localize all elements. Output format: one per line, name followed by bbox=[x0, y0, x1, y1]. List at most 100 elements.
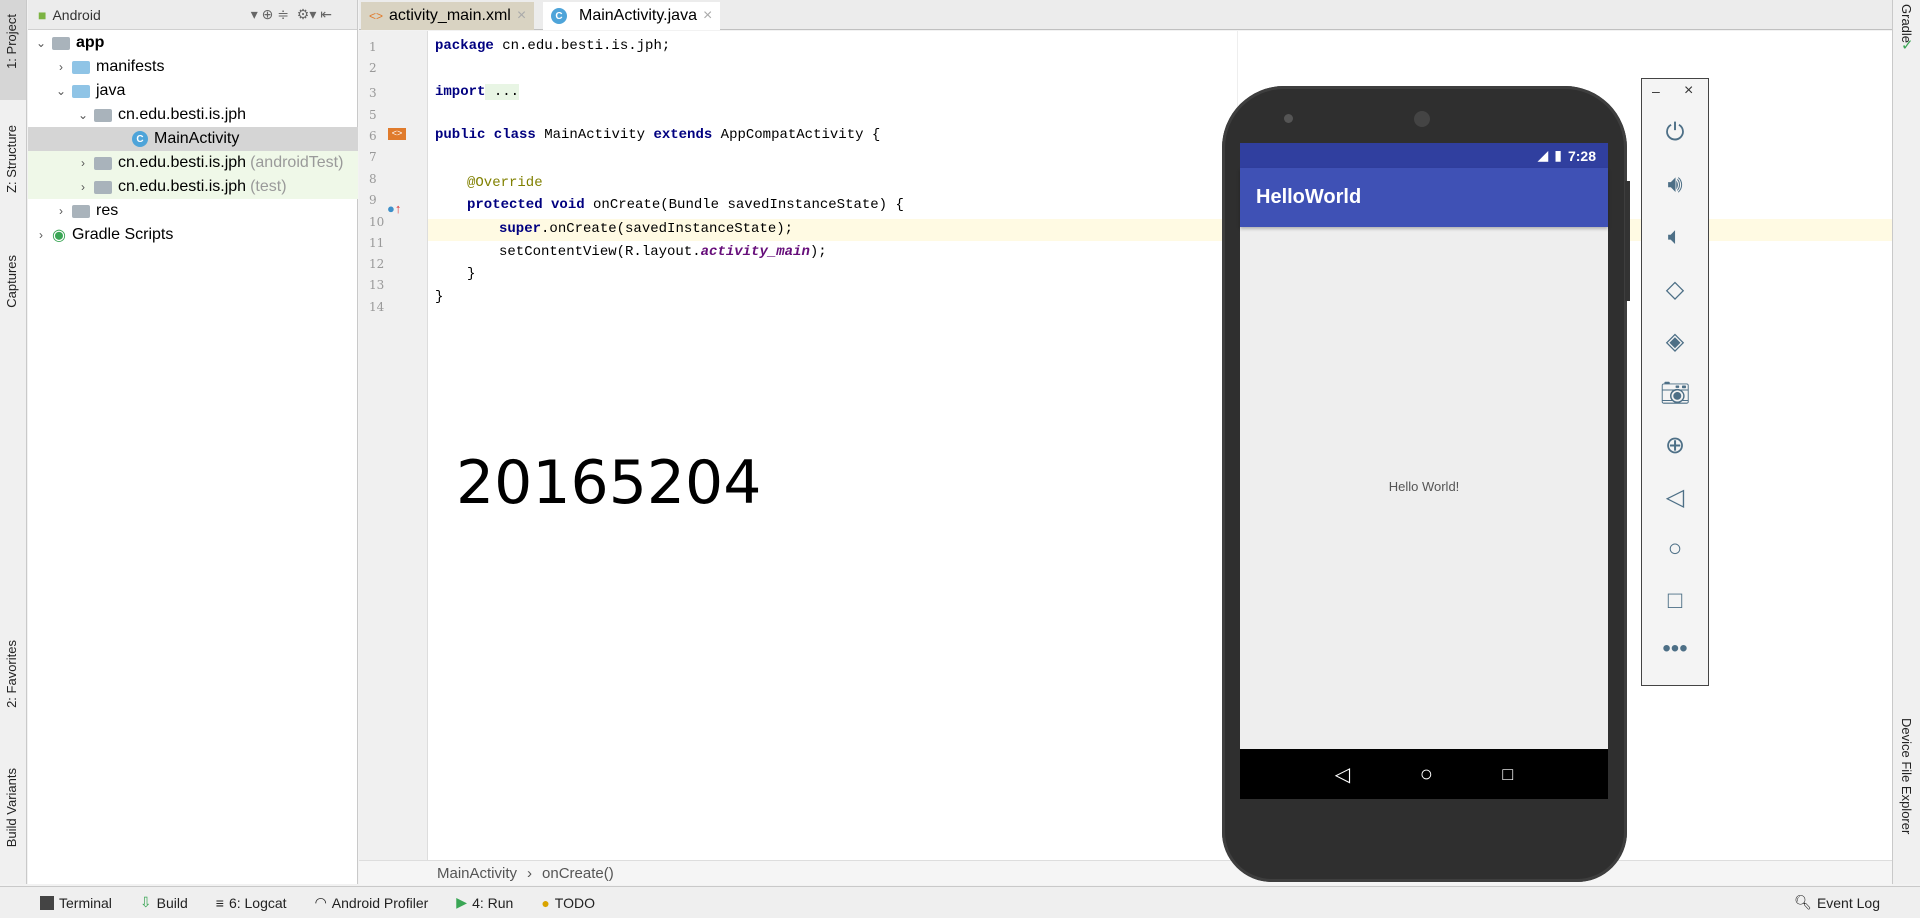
status-bar: ◢ ▮ 7:28 bbox=[1240, 143, 1608, 168]
code-line-13: } bbox=[435, 289, 444, 305]
right-tool-strip: ✓ Gradle Device File Explorer bbox=[1892, 0, 1920, 884]
battery-icon: ▮ bbox=[1554, 147, 1562, 163]
chevron-right-icon[interactable]: › bbox=[54, 204, 68, 218]
terminal-button[interactable]: Terminal bbox=[40, 895, 112, 911]
earpiece-speaker bbox=[1414, 111, 1430, 127]
code-line-8: @Override bbox=[467, 175, 543, 191]
tree-item-package-test[interactable]: › cn.edu.besti.is.jph (test) bbox=[28, 175, 358, 199]
tree-item-mainactivity[interactable]: C MainActivity bbox=[28, 127, 358, 151]
back-nav-icon[interactable]: ◁ bbox=[1335, 762, 1350, 787]
side-button[interactable] bbox=[1625, 181, 1630, 301]
overview-nav-icon[interactable]: □ bbox=[1502, 764, 1513, 785]
gradle-tool-button[interactable]: Gradle bbox=[1899, 4, 1914, 43]
close-icon[interactable]: × bbox=[517, 7, 526, 25]
project-tool-button[interactable]: 1: Project bbox=[4, 14, 19, 69]
bottom-tool-bar: Terminal ⇩ Build ≡ 6: Logcat ◠ Android Prof… bbox=[0, 886, 1920, 918]
tree-item-package[interactable]: ⌄ cn.edu.besti.is.jph bbox=[28, 103, 358, 127]
tree-item-gradle-scripts[interactable]: › ◉ Gradle Scripts bbox=[28, 223, 358, 247]
xml-file-icon: <> bbox=[369, 9, 384, 23]
tab-activity-main-xml[interactable]: <> activity_main.xml × bbox=[361, 2, 535, 30]
close-icon[interactable]: × bbox=[703, 7, 712, 25]
tree-item-java[interactable]: ⌄ java bbox=[28, 79, 358, 103]
line-number: 14 bbox=[369, 300, 385, 314]
event-log-button[interactable]: 🔍︎ Event Log bbox=[1794, 894, 1880, 911]
tree-item-manifests[interactable]: › manifests bbox=[28, 55, 358, 79]
tree-item-package-androidtest[interactable]: › cn.edu.besti.is.jph (androidTest) bbox=[28, 151, 358, 175]
layout-gutter-icon[interactable]: <> bbox=[388, 128, 406, 140]
build-icon: ⇩ bbox=[139, 894, 152, 910]
code-line-1: package cn.edu.besti.is.jph; bbox=[435, 38, 671, 54]
volume-up-icon[interactable]: 🔊︎ bbox=[1642, 171, 1708, 199]
code-line-12: } bbox=[467, 266, 476, 282]
tree-label: cn.edu.besti.is.jph bbox=[118, 154, 247, 171]
signal-icon: ◢ bbox=[1537, 147, 1549, 163]
chevron-right-icon[interactable]: › bbox=[76, 156, 90, 170]
tree-item-app[interactable]: ⌄ app bbox=[28, 31, 358, 55]
overview-icon[interactable]: □ bbox=[1642, 587, 1708, 615]
android-profiler-button[interactable]: ◠ Android Profiler bbox=[315, 894, 429, 911]
logcat-button[interactable]: ≡ 6: Logcat bbox=[216, 895, 287, 911]
todo-button[interactable]: ● TODO bbox=[541, 895, 595, 911]
close-icon[interactable]: × bbox=[1684, 82, 1693, 100]
zoom-icon[interactable]: ⊕ bbox=[1642, 431, 1708, 460]
view-selector[interactable]: Android bbox=[52, 7, 100, 23]
editor-tabs: <> activity_main.xml × C MainActivity.java × bbox=[359, 0, 1892, 30]
volume-down-icon[interactable]: 🔈︎ bbox=[1642, 223, 1708, 251]
home-icon[interactable]: ○ bbox=[1642, 535, 1708, 563]
captures-tool-button[interactable]: Captures bbox=[4, 255, 19, 308]
folded-imports[interactable]: ... bbox=[485, 84, 520, 100]
build-button[interactable]: ⇩ Build bbox=[140, 894, 188, 911]
tab-mainactivity-java[interactable]: C MainActivity.java × bbox=[543, 2, 721, 30]
line-number: 1 bbox=[369, 40, 377, 54]
chevron-right-icon[interactable]: › bbox=[34, 228, 48, 242]
camera-icon[interactable]: 📷︎ bbox=[1642, 379, 1708, 408]
left-tool-strip: 1: Project Z: Structure Captures 2: Favo… bbox=[0, 0, 27, 884]
project-view-header: ■ Android ▾ ⊕ ≑ ⚙▾ ⇤ bbox=[28, 0, 357, 30]
favorites-tool-button[interactable]: 2: Favorites bbox=[4, 640, 19, 708]
line-number: 10 bbox=[369, 215, 385, 229]
tab-label: MainActivity.java bbox=[579, 7, 697, 24]
tree-label: manifests bbox=[96, 58, 165, 75]
tree-item-res[interactable]: › res bbox=[28, 199, 358, 223]
structure-tool-button[interactable]: Z: Structure bbox=[4, 125, 19, 193]
chevron-right-icon[interactable]: › bbox=[76, 180, 90, 194]
emulator-screen[interactable]: ◢ ▮ 7:28 HelloWorld Hello World! ◁ ○ □ bbox=[1240, 143, 1608, 799]
app-bar: HelloWorld bbox=[1240, 168, 1608, 227]
folder-icon bbox=[72, 84, 90, 98]
dropdown-arrow-icon[interactable]: ▾ ⊕ ≑ ⚙▾ ⇤ bbox=[251, 6, 332, 23]
breadcrumb-separator: › bbox=[527, 864, 533, 882]
chevron-down-icon[interactable]: ⌄ bbox=[34, 36, 48, 50]
line-number: 13 bbox=[369, 278, 385, 292]
device-file-explorer-tool-button[interactable]: Device File Explorer bbox=[1899, 718, 1914, 834]
tree-suffix: (test) bbox=[250, 178, 287, 195]
rotate-right-icon[interactable]: ◈ bbox=[1642, 327, 1708, 356]
chevron-down-icon[interactable]: ⌄ bbox=[54, 84, 68, 98]
emulator-controls-panel: – × ⏻ 🔊︎ 🔈︎ ◇ ◈ 📷︎ ⊕ ◁ ○ □ ••• bbox=[1641, 78, 1709, 686]
class-icon: C bbox=[132, 131, 148, 147]
tree-suffix: (androidTest) bbox=[250, 154, 344, 171]
code-line-11: setContentView(R.layout.activity_main); bbox=[499, 244, 827, 260]
power-icon[interactable]: ⏻ bbox=[1642, 119, 1708, 147]
breadcrumb: MainActivity › onCreate() bbox=[359, 860, 1892, 885]
code-line-10: super.onCreate(savedInstanceState); bbox=[499, 221, 794, 237]
more-icon[interactable]: ••• bbox=[1642, 635, 1708, 663]
chevron-right-icon[interactable]: › bbox=[54, 60, 68, 74]
build-variants-tool-button[interactable]: Build Variants bbox=[4, 768, 19, 847]
tree-label: Gradle Scripts bbox=[71, 226, 174, 243]
logcat-icon: ≡ bbox=[215, 894, 224, 911]
chevron-down-icon[interactable]: ⌄ bbox=[76, 108, 90, 122]
back-icon[interactable]: ◁ bbox=[1642, 483, 1708, 512]
code-line-9: protected void onCreate(Bundle savedInst… bbox=[467, 197, 904, 213]
run-button[interactable]: ▶ 4: Run bbox=[456, 894, 513, 911]
line-number: 7 bbox=[369, 150, 377, 164]
rotate-left-icon[interactable]: ◇ bbox=[1642, 275, 1708, 304]
breadcrumb-class[interactable]: MainActivity bbox=[437, 865, 517, 882]
home-nav-icon[interactable]: ○ bbox=[1420, 761, 1433, 787]
package-icon bbox=[94, 180, 112, 194]
breadcrumb-method[interactable]: onCreate() bbox=[542, 865, 614, 882]
override-gutter-icon[interactable]: ●↑ bbox=[387, 201, 401, 216]
line-number: 8 bbox=[369, 172, 377, 186]
line-number: 3 bbox=[369, 86, 377, 100]
line-number: 12 bbox=[369, 257, 385, 271]
minimize-icon[interactable]: – bbox=[1652, 83, 1660, 99]
